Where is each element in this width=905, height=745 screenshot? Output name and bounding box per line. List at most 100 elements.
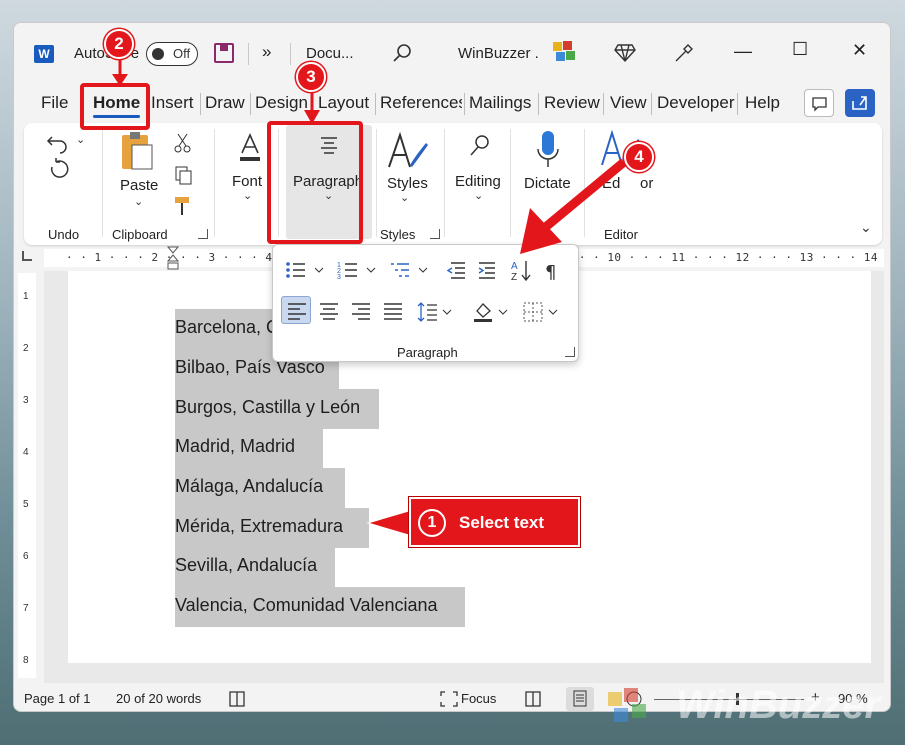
font-icon[interactable] — [238, 133, 262, 163]
styles-launcher-icon[interactable] — [430, 229, 440, 239]
styles-icon[interactable] — [386, 131, 430, 171]
svg-text:¶: ¶ — [545, 262, 556, 283]
tab-developer[interactable]: Developer — [657, 93, 735, 113]
divider — [102, 129, 103, 237]
tab-help[interactable]: Help — [745, 93, 780, 113]
vruler-tick: 1 — [23, 291, 29, 302]
paragraph-dropdown-panel: 123 AZ ¶ Paragraph — [272, 244, 579, 362]
sort-icon: AZ — [511, 261, 531, 283]
divider — [444, 129, 445, 237]
word-count[interactable]: 20 of 20 words — [116, 691, 201, 706]
watermark: WinBuzzer — [676, 683, 881, 727]
paragraph-group-label: Paragraph — [397, 345, 458, 360]
decrease-indent-icon — [446, 262, 465, 279]
vertical-ruler: 1 2 3 4 5 6 7 8 — [18, 273, 36, 678]
paragraph-launcher-icon[interactable] — [565, 347, 575, 357]
read-mode-icon[interactable] — [524, 689, 544, 709]
annotation-arrow-3 — [304, 92, 320, 124]
title-bar: W AutoSave Off » Docu... WinBuzzer . — ☐ — [14, 23, 890, 83]
tab-file[interactable]: File — [41, 93, 68, 113]
tab-mailings[interactable]: Mailings — [469, 93, 531, 113]
share-icon — [852, 96, 867, 110]
editor-label-partial[interactable]: or — [640, 175, 653, 192]
shading-icon — [474, 303, 508, 322]
focus-icon[interactable] — [440, 691, 458, 707]
print-layout-button[interactable] — [566, 687, 594, 711]
svg-text:3: 3 — [337, 274, 341, 281]
document-line[interactable]: Málaga, Andalucía — [175, 468, 345, 508]
tab-draw[interactable]: Draw — [205, 93, 245, 113]
document-title[interactable]: Docu... — [306, 45, 354, 62]
collapse-ribbon-icon[interactable]: ⌄ — [860, 219, 872, 236]
numbering-icon: 123 — [337, 262, 376, 281]
cut-icon — [174, 133, 191, 153]
tab-review[interactable]: Review — [544, 93, 600, 113]
maximize-button[interactable]: ☐ — [792, 39, 808, 60]
copy-icon — [175, 166, 192, 185]
minimize-button[interactable]: — — [734, 41, 752, 62]
align-right-icon — [352, 303, 370, 320]
tab-selector-icon[interactable] — [22, 251, 32, 261]
comment-icon — [812, 97, 827, 112]
annotation-arrow-4 — [520, 158, 627, 254]
document-line[interactable]: Madrid, Madrid — [175, 428, 323, 468]
document-line[interactable]: Burgos, Castilla y León — [175, 389, 379, 429]
avatar[interactable] — [550, 39, 580, 67]
annotation-highlight-paragraph — [267, 121, 363, 244]
paste-button[interactable]: Paste — [120, 177, 158, 194]
divider — [603, 93, 604, 115]
paragraph-row1: 123 AZ ¶ — [286, 261, 556, 283]
clipboard-launcher-icon[interactable] — [198, 229, 208, 239]
chevron-down-icon[interactable]: ⌄ — [134, 195, 143, 208]
chevron-down-icon[interactable]: ⌄ — [474, 189, 483, 202]
chevron-down-icon[interactable]: ⌄ — [400, 191, 409, 204]
tab-references[interactable]: References — [380, 93, 462, 113]
page-count[interactable]: Page 1 of 1 — [24, 691, 91, 706]
undo-icon[interactable] — [46, 129, 76, 185]
find-icon[interactable] — [468, 133, 492, 159]
account-name[interactable]: WinBuzzer . — [458, 45, 539, 62]
toggle-knob — [152, 48, 164, 60]
svg-text:Z: Z — [511, 272, 517, 283]
close-button[interactable]: ✕ — [852, 40, 867, 61]
chevron-down-icon[interactable]: ⌄ — [76, 133, 85, 146]
autosave-toggle[interactable]: Off — [146, 42, 198, 66]
document-line[interactable]: Sevilla, Andalucía — [175, 547, 335, 587]
justify-icon — [384, 303, 402, 320]
vruler-tick: 6 — [23, 551, 29, 562]
editing-button[interactable]: Editing — [455, 173, 501, 190]
divider — [464, 93, 465, 115]
vruler-tick: 5 — [23, 499, 29, 510]
comments-button[interactable] — [804, 89, 834, 117]
tab-insert[interactable]: Insert — [151, 93, 194, 113]
divider — [737, 93, 738, 115]
more-commands-button[interactable]: » — [262, 42, 271, 62]
word-icon: W — [34, 45, 54, 63]
watermark-logo — [608, 688, 646, 722]
save-icon[interactable] — [214, 43, 234, 63]
svg-text:A: A — [511, 261, 518, 272]
proofing-icon[interactable] — [228, 689, 248, 709]
document-line[interactable]: Mérida, Extremadura — [175, 508, 369, 548]
paste-icon[interactable] — [118, 129, 158, 173]
autosave-state: Off — [173, 46, 191, 61]
group-label-clipboard: Clipboard — [112, 227, 168, 242]
bullets-icon — [286, 262, 324, 278]
divider — [214, 129, 215, 237]
designer-pen-icon[interactable] — [672, 41, 696, 65]
align-left-icon — [288, 303, 306, 320]
focus-button[interactable]: Focus — [461, 691, 496, 706]
search-icon[interactable] — [392, 43, 412, 63]
divider — [510, 129, 511, 237]
tab-view[interactable]: View — [610, 93, 647, 113]
increase-indent-icon — [478, 262, 495, 279]
share-button[interactable] — [845, 89, 875, 117]
font-button[interactable]: Font — [232, 173, 262, 190]
annotation-arrow-2 — [112, 60, 128, 86]
document-line[interactable]: Valencia, Comunidad Valenciana — [175, 587, 465, 627]
chevron-down-icon[interactable]: ⌄ — [243, 189, 252, 202]
diamond-icon[interactable] — [614, 43, 636, 63]
borders-icon — [523, 302, 558, 322]
divider — [248, 43, 249, 65]
styles-button[interactable]: Styles — [387, 175, 428, 192]
